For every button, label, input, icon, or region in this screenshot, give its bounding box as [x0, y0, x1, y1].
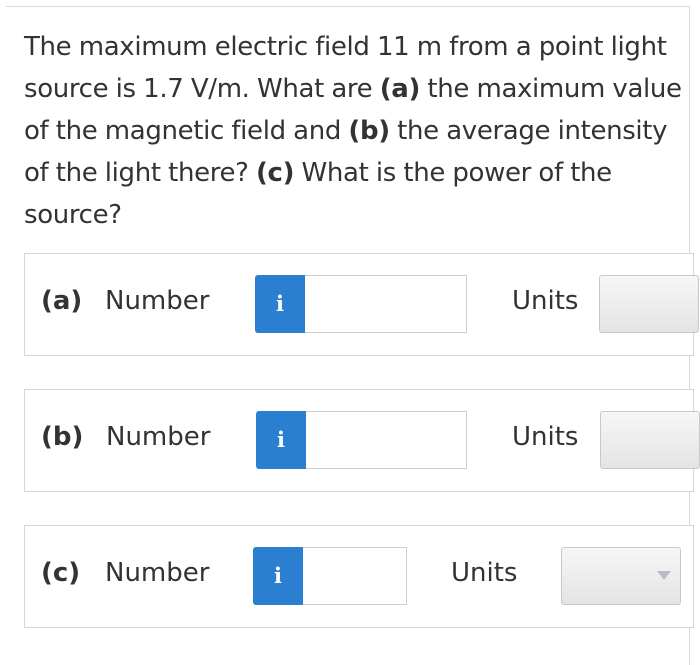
answer-row-b: (b) Number i Units — [24, 389, 700, 492]
number-label-a: Number — [105, 286, 210, 316]
part-label-a: (a) — [41, 286, 83, 316]
part-a-marker: (a) — [379, 74, 421, 104]
number-input-a[interactable] — [305, 275, 467, 333]
part-c-marker: (c) — [256, 158, 295, 188]
answer-row-a: (a) Number i Units — [24, 253, 699, 356]
number-label-c: Number — [105, 558, 210, 588]
info-button-b[interactable]: i — [256, 411, 306, 469]
number-input-b[interactable] — [306, 411, 467, 469]
part-label-c: (c) — [41, 558, 81, 588]
units-select-b[interactable] — [600, 411, 700, 469]
units-label-c: Units — [451, 558, 518, 588]
part-b-marker: (b) — [348, 116, 390, 146]
question-text: The maximum electric field 11 m from a p… — [24, 26, 689, 236]
units-select-c[interactable] — [561, 547, 681, 605]
number-input-c[interactable] — [303, 547, 407, 605]
chevron-down-icon — [657, 571, 671, 580]
part-label-b: (b) — [41, 422, 84, 452]
units-select-a[interactable] — [599, 275, 699, 333]
answer-row-c: (c) Number i Units — [24, 525, 694, 628]
units-label-a: Units — [512, 286, 579, 316]
units-label-b: Units — [512, 422, 579, 452]
number-label-b: Number — [106, 422, 211, 452]
info-button-c[interactable]: i — [253, 547, 303, 605]
info-button-a[interactable]: i — [255, 275, 305, 333]
